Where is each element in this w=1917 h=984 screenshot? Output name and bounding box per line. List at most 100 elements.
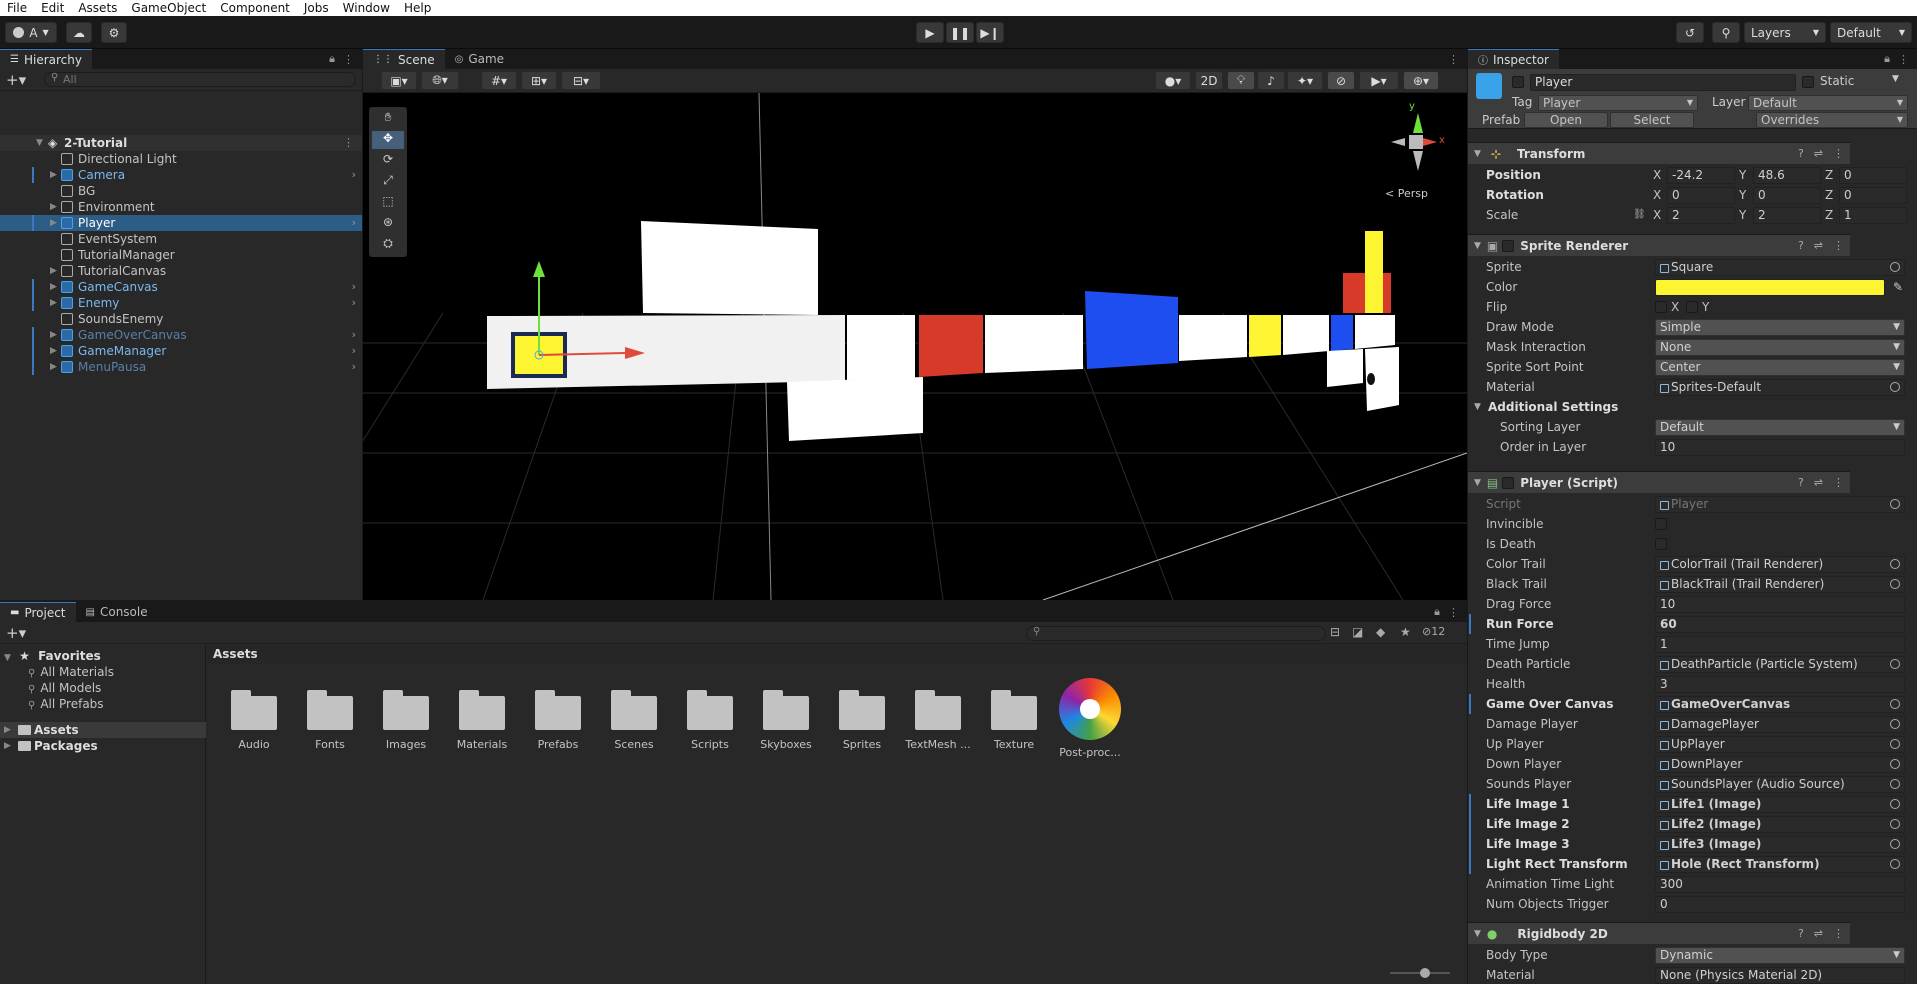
project-search[interactable]: ⚲ (1026, 626, 1326, 641)
prefab-select-button[interactable]: Select (1610, 112, 1694, 128)
hierarchy-search[interactable]: ⚲ All (44, 72, 356, 87)
expand-arrow-icon[interactable]: ▶ (50, 359, 57, 375)
object-picker-icon[interactable] (1890, 739, 1900, 749)
rotation-y-field[interactable]: 0 (1753, 187, 1821, 204)
play-button[interactable]: ▶ (916, 22, 944, 43)
draw-mode-dropdown[interactable]: ▣▾ (381, 71, 417, 90)
more-icon[interactable]: ⋮ (1448, 606, 1459, 619)
expand-arrow-icon[interactable]: ▶ (50, 295, 57, 311)
component-enabled-checkbox[interactable] (1502, 239, 1515, 252)
hierarchy-item[interactable]: ▶ GameCanvas › (0, 279, 362, 295)
field-input[interactable]: Square (1655, 259, 1905, 276)
hierarchy-item[interactable]: ▶ Player › (0, 215, 362, 231)
field-input[interactable]: Life3 (Image) (1655, 836, 1905, 853)
expand-arrow-icon[interactable]: ▶ (50, 279, 57, 295)
component-enabled-checkbox[interactable] (1502, 476, 1515, 489)
expand-arrow-icon[interactable]: ▶ (50, 167, 57, 183)
field-input[interactable]: Hole (Rect Transform) (1655, 856, 1905, 873)
field-input[interactable]: None ▼ (1655, 339, 1905, 356)
menu-window[interactable]: Window (336, 0, 397, 16)
object-picker-icon[interactable] (1890, 382, 1900, 392)
collab-button[interactable]: ⚙ (101, 22, 127, 43)
favorite-item[interactable]: ⚲ All Prefabs (28, 696, 104, 712)
menu-help[interactable]: Help (397, 0, 438, 16)
asset-folder[interactable]: Audio (219, 688, 289, 751)
field-checkbox[interactable] (1655, 538, 1667, 550)
more-icon[interactable]: ⋮ (1448, 53, 1459, 66)
help-icon[interactable]: ? (1798, 147, 1804, 160)
layers-dropdown[interactable]: Layers ▼ (1744, 22, 1826, 43)
rotation-z-field[interactable]: 0 (1839, 187, 1907, 204)
visibility-toggle[interactable]: ⊘ (1327, 71, 1355, 90)
global-dropdown[interactable]: 🌐︎▾ (421, 71, 459, 90)
scene-row[interactable]: ▼ ◈ 2-Tutorial ⋮ (0, 135, 362, 151)
tab-scene[interactable]: ⋮⋮ Scene (363, 49, 445, 69)
tab-console[interactable]: ▤ Console (76, 602, 158, 622)
star-icon[interactable]: ★ (1400, 625, 1411, 639)
additional-settings-foldout[interactable]: ▼ Additional Settings (1468, 397, 1917, 417)
assets-root-row[interactable]: ▶ Assets (0, 722, 206, 738)
add-icon[interactable]: +▾ (6, 71, 26, 89)
preset-icon[interactable]: ⇌ (1814, 239, 1823, 252)
chevron-right-icon[interactable]: › (352, 327, 356, 343)
search-button[interactable]: ⚲ (1712, 22, 1740, 43)
asset-folder[interactable]: Fonts (295, 688, 365, 751)
more-icon[interactable]: ⋮ (1833, 476, 1844, 489)
field-input[interactable]: 10 (1655, 596, 1905, 613)
position-z-field[interactable]: 0 (1839, 167, 1907, 184)
object-picker-icon[interactable] (1890, 559, 1900, 569)
asset-folder[interactable]: TextMesh ... (903, 688, 973, 751)
sorting-layer-dropdown[interactable]: Default ▼ (1655, 419, 1905, 436)
expand-arrow-icon[interactable]: ▶ (50, 343, 57, 359)
camera-settings-button[interactable]: ▶▾ (1359, 71, 1399, 90)
rect-tool[interactable]: ⬚ (372, 194, 404, 212)
favorite-item[interactable]: ⚲ All Models (28, 680, 101, 696)
eyedropper-icon[interactable]: ✎ (1893, 277, 1903, 297)
asset-folder[interactable]: Prefabs (523, 688, 593, 751)
move-tool[interactable]: ✥ (372, 131, 404, 149)
position-y-field[interactable]: 48.6 (1753, 167, 1821, 184)
toggle-2d-button[interactable]: 2D (1195, 71, 1223, 90)
field-input[interactable]: BlackTrail (Trail Renderer) (1655, 576, 1905, 593)
hierarchy-item[interactable]: EventSystem (0, 231, 362, 247)
object-picker-icon[interactable] (1890, 779, 1900, 789)
camera-mode-button[interactable]: ●▾ (1155, 71, 1191, 90)
asset-folder[interactable]: Materials (447, 688, 517, 751)
more-icon[interactable]: ⋮ (343, 135, 354, 151)
more-icon[interactable]: ⋮ (1833, 239, 1844, 252)
post-processing-asset[interactable]: Post-proc... (1055, 678, 1125, 759)
object-picker-icon[interactable] (1890, 262, 1900, 272)
object-picker-icon[interactable] (1890, 499, 1900, 509)
hierarchy-item[interactable]: ▶ GameOverCanvas › (0, 327, 362, 343)
move-gizmo-y-arrow[interactable] (533, 261, 545, 277)
order-in-layer-field[interactable]: 10 (1655, 439, 1905, 456)
active-checkbox[interactable] (1512, 76, 1524, 88)
field-input[interactable]: GameOverCanvas (1655, 696, 1905, 713)
expand-arrow-icon[interactable]: ▶ (50, 215, 57, 231)
help-icon[interactable]: ? (1798, 476, 1804, 489)
field-input[interactable]: 300 (1655, 876, 1905, 893)
asset-folder[interactable]: Images (371, 688, 441, 751)
field-input[interactable]: Life2 (Image) (1655, 816, 1905, 833)
lock-icon[interactable]: 🔒︎ (1434, 605, 1440, 619)
account-dropdown[interactable]: A ▼ (5, 22, 57, 43)
undo-history-button[interactable]: ↺ (1676, 22, 1704, 43)
expand-arrow-icon[interactable]: ▶ (50, 263, 57, 279)
scale-z-field[interactable]: 1 (1839, 207, 1907, 224)
hierarchy-item[interactable]: ▶ Enemy › (0, 295, 362, 311)
position-x-field[interactable]: -24.2 (1667, 167, 1735, 184)
chevron-right-icon[interactable]: › (352, 215, 356, 231)
menu-gameobject[interactable]: GameObject (124, 0, 213, 16)
object-picker-icon[interactable] (1890, 839, 1900, 849)
field-input[interactable]: DamagePlayer (1655, 716, 1905, 733)
asset-folder[interactable]: Sprites (827, 688, 897, 751)
field-input[interactable]: ColorTrail (Trail Renderer) (1655, 556, 1905, 573)
more-icon[interactable]: ⋮ (1833, 147, 1844, 160)
effects-toggle[interactable]: ✦▾ (1287, 71, 1323, 90)
hierarchy-item[interactable]: BG (0, 183, 362, 199)
asset-folder[interactable]: Skyboxes (751, 688, 821, 751)
filter-type-icon[interactable]: ◪ (1352, 625, 1363, 639)
field-input[interactable]: UpPlayer (1655, 736, 1905, 753)
preset-icon[interactable]: ⇌ (1814, 147, 1823, 160)
field-input[interactable]: Simple ▼ (1655, 319, 1905, 336)
